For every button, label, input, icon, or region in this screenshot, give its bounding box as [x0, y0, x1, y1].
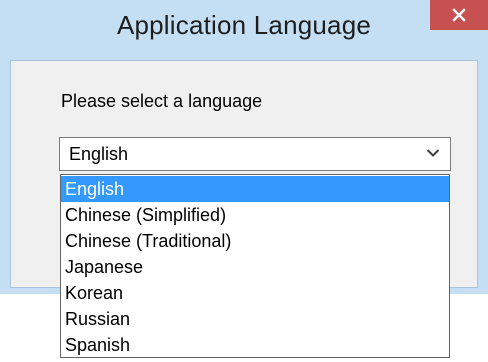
chevron-down-icon[interactable] [426, 148, 440, 158]
close-icon [452, 8, 466, 22]
prompt-label: Please select a language [61, 91, 263, 111]
language-option[interactable]: Spanish [61, 332, 449, 358]
language-select[interactable]: English [59, 137, 451, 171]
language-select-value: English [69, 144, 129, 164]
title-bar[interactable]: Application Language [0, 0, 488, 60]
language-option[interactable]: Russian [61, 306, 449, 332]
window-title: Application Language [116, 10, 372, 40]
language-dropdown-list: English Chinese (Simplified) Chinese (Tr… [60, 174, 450, 358]
language-option[interactable]: English [61, 176, 449, 202]
language-option[interactable]: Chinese (Simplified) [61, 202, 449, 228]
language-option[interactable]: Chinese (Traditional) [61, 228, 449, 254]
language-option[interactable]: Korean [61, 280, 449, 306]
close-button[interactable] [430, 0, 488, 30]
language-option[interactable]: Japanese [61, 254, 449, 280]
